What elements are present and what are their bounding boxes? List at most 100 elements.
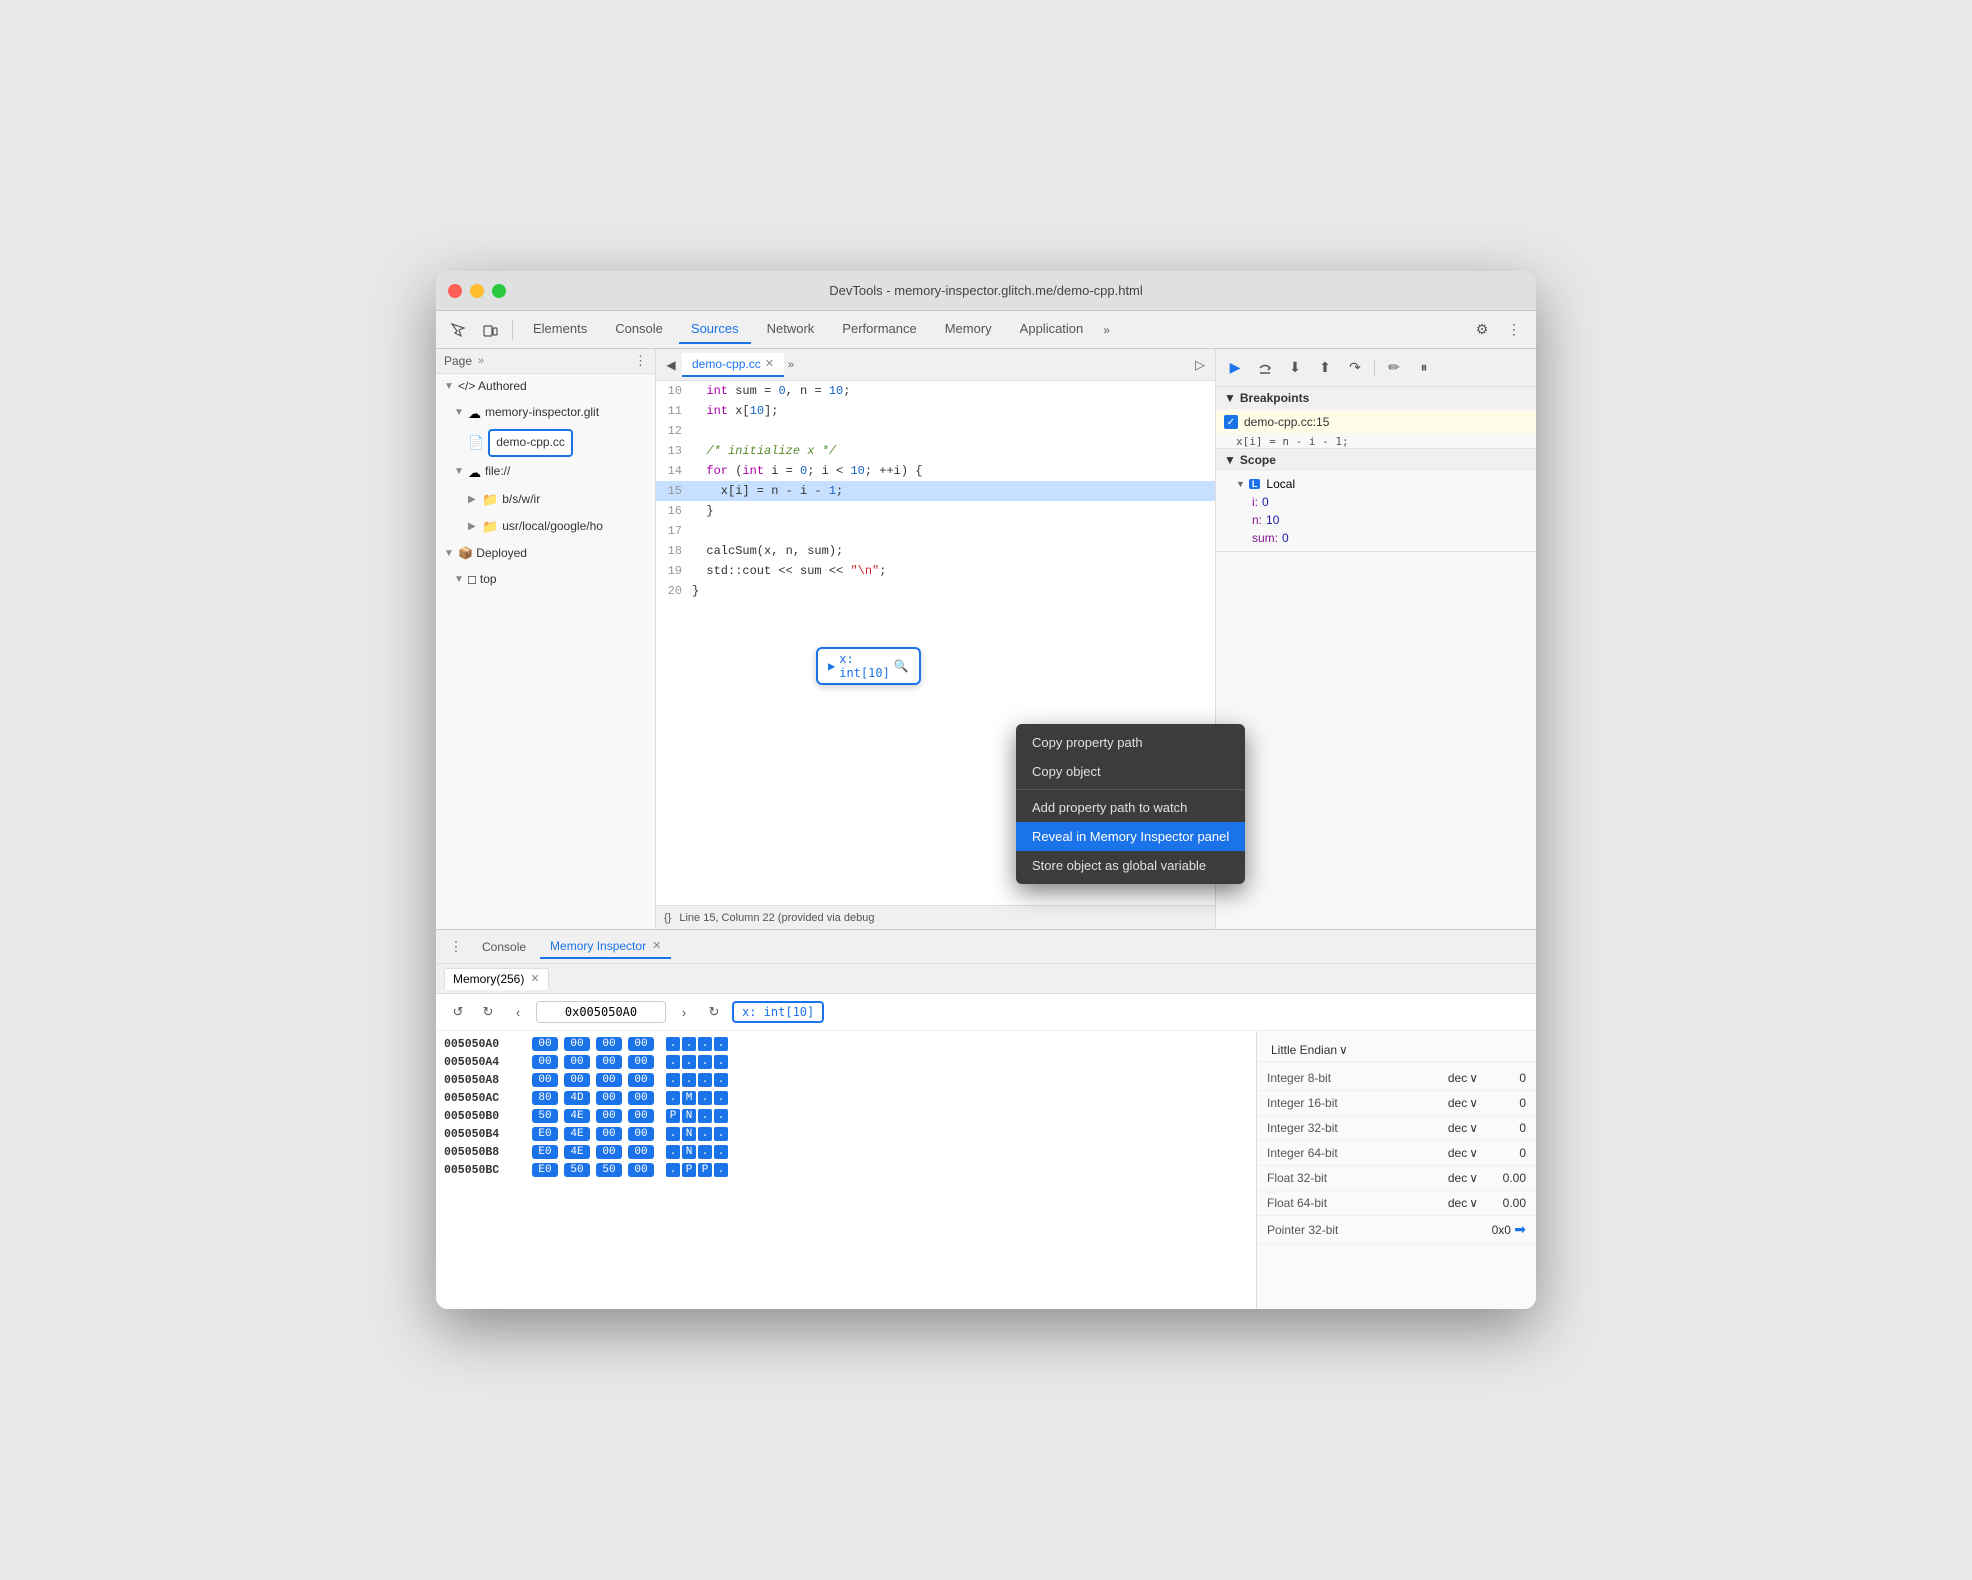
mem-addr-label: 005050AC xyxy=(444,1092,524,1105)
minimize-button[interactable] xyxy=(470,284,484,298)
info-format-float32[interactable]: dec ∨ xyxy=(1448,1171,1478,1185)
mem-byte: 00 xyxy=(628,1145,654,1159)
memory-tab-256[interactable]: Memory(256) ✕ xyxy=(444,968,549,990)
code-line-17: 17 xyxy=(656,521,1215,541)
close-button[interactable] xyxy=(448,284,462,298)
ctx-store-global-variable[interactable]: Store object as global variable xyxy=(1016,851,1245,880)
tree-usrlocal-folder[interactable]: ▶ 📁 usr/local/google/ho xyxy=(436,513,655,540)
mem-addr-label: 005050B8 xyxy=(444,1146,524,1159)
tab-application[interactable]: Application xyxy=(1008,315,1096,344)
mem-bytes: 50 4E 00 00 xyxy=(532,1109,654,1123)
tree-file-domain[interactable]: ▼ ☁ file:// xyxy=(436,459,655,486)
devtools-body: Page » ⋮ ▼ </> Authored ▼ ☁ memory-inspe… xyxy=(436,349,1536,1309)
scope-item-i: i: 0 xyxy=(1224,493,1528,511)
memory-controls: ↺ ↻ ‹ › ↻ x: int[10] xyxy=(436,994,1536,1031)
ctx-copy-property-path[interactable]: Copy property path xyxy=(1016,728,1245,757)
settings-icon[interactable]: ⚙ xyxy=(1468,316,1496,344)
info-format-int64[interactable]: dec ∨ xyxy=(1448,1146,1478,1160)
tab-elements[interactable]: Elements xyxy=(521,315,599,344)
info-format-int8[interactable]: dec ∨ xyxy=(1448,1071,1478,1085)
info-type-int32: Integer 32-bit xyxy=(1267,1121,1440,1135)
code-line-10: 10 int sum = 0, n = 10; xyxy=(656,381,1215,401)
pause-on-exceptions-btn[interactable]: ⏸ xyxy=(1411,355,1437,381)
breakpoint-checkbox[interactable]: ✓ xyxy=(1224,415,1238,429)
scope-item-n: n: 10 xyxy=(1224,511,1528,529)
mem-byte: 00 xyxy=(564,1055,590,1069)
ctx-add-property-watch[interactable]: Add property path to watch xyxy=(1016,793,1245,822)
ctx-reveal-memory-inspector[interactable]: Reveal in Memory Inspector panel xyxy=(1016,822,1245,851)
fullscreen-button[interactable] xyxy=(492,284,506,298)
tab-console[interactable]: Console xyxy=(603,315,675,344)
mem-byte: 00 xyxy=(628,1073,654,1087)
inspect-icon[interactable] xyxy=(444,316,472,344)
mem-byte: 4E xyxy=(564,1145,590,1159)
endian-selector: Little Endian ∨ xyxy=(1257,1039,1536,1062)
resume-btn[interactable]: ▶ xyxy=(1222,355,1248,381)
memory-prev-btn[interactable]: ‹ xyxy=(506,1000,530,1024)
mem-byte: 00 xyxy=(532,1037,558,1051)
mem-char: . xyxy=(698,1109,712,1123)
info-format-float64[interactable]: dec ∨ xyxy=(1448,1196,1478,1210)
mem-char: . xyxy=(714,1145,728,1159)
source-tab-demo-cpp[interactable]: demo-cpp.cc ✕ xyxy=(682,353,784,377)
mem-char: N xyxy=(682,1109,696,1123)
mem-byte: 00 xyxy=(628,1109,654,1123)
memory-next-btn[interactable]: › xyxy=(672,1000,696,1024)
info-format-int32[interactable]: dec ∨ xyxy=(1448,1121,1478,1135)
endian-dropdown[interactable]: Little Endian ∨ xyxy=(1271,1043,1348,1057)
tree-authored-section[interactable]: ▼ </> Authored xyxy=(436,374,655,400)
bottom-tab-console[interactable]: Console xyxy=(472,936,536,958)
memory-refresh-btn[interactable]: ↻ xyxy=(702,1000,726,1024)
scope-x-badge[interactable]: ▶ x: int[10] 🔍 xyxy=(816,647,921,685)
code-line-18: 18 calcSum(x, n, sum); xyxy=(656,541,1215,561)
tree-memory-inspector-domain[interactable]: ▼ ☁ memory-inspector.glit xyxy=(436,400,655,427)
info-format-int16[interactable]: dec ∨ xyxy=(1448,1096,1478,1110)
source-run-icon[interactable]: ▷ xyxy=(1189,357,1211,373)
step-out-btn[interactable]: ⬆ xyxy=(1312,355,1338,381)
step-btn[interactable]: ↷ xyxy=(1342,355,1368,381)
breakpoints-header[interactable]: ▼ Breakpoints xyxy=(1216,387,1536,409)
tab-performance[interactable]: Performance xyxy=(830,315,928,344)
scope-sum-value: 0 xyxy=(1282,531,1289,545)
more-options-icon[interactable]: ⋮ xyxy=(1500,316,1528,344)
tree-top-item[interactable]: ▼ □ top xyxy=(436,566,655,593)
bottom-more-icon[interactable]: ⋮ xyxy=(444,935,468,959)
mem-byte: 00 xyxy=(596,1055,622,1069)
deactivate-breakpoints-btn[interactable]: ✏ xyxy=(1381,355,1407,381)
device-toggle-icon[interactable] xyxy=(476,316,504,344)
tab-memory[interactable]: Memory xyxy=(933,315,1004,344)
mem-byte: 00 xyxy=(628,1055,654,1069)
tree-deployed-section[interactable]: ▼ 📦 Deployed xyxy=(436,541,655,567)
ctx-sep-1 xyxy=(1016,789,1245,790)
memory-back-btn[interactable]: ↺ xyxy=(446,1000,470,1024)
mem-char: . xyxy=(666,1091,680,1105)
source-tab-overflow[interactable]: » xyxy=(784,359,798,371)
info-type-float64: Float 64-bit xyxy=(1267,1196,1440,1210)
tab-sources[interactable]: Sources xyxy=(679,315,751,344)
memory-address-input[interactable] xyxy=(536,1001,666,1023)
step-into-btn[interactable]: ⬇ xyxy=(1282,355,1308,381)
pointer-navigate-icon[interactable]: ➡ xyxy=(1514,1221,1526,1237)
memory-forward-btn[interactable]: ↻ xyxy=(476,1000,500,1024)
info-value-float64: 0.00 xyxy=(1486,1196,1526,1210)
tab-network[interactable]: Network xyxy=(755,315,827,344)
scope-badge-arrow: ▶ xyxy=(828,659,835,673)
tree-demo-cpp-cc[interactable]: 📄 demo-cpp.cc xyxy=(436,427,655,459)
context-menu-popup: Copy property path Copy object Add prope… xyxy=(1016,724,1245,884)
ctx-copy-object[interactable]: Copy object xyxy=(1016,757,1245,786)
bottom-tab-close[interactable]: ✕ xyxy=(652,939,661,952)
scope-local-section[interactable]: ▼ L Local xyxy=(1224,475,1528,493)
memory-tab-close[interactable]: ✕ xyxy=(530,972,539,985)
tab-overflow[interactable]: » xyxy=(1099,323,1114,337)
tree-bsw-folder[interactable]: ▶ 📁 b/s/w/ir xyxy=(436,486,655,513)
sidebar-more-icon[interactable]: ⋮ xyxy=(634,353,647,369)
source-back-icon[interactable]: ◀ xyxy=(660,354,682,376)
scope-header[interactable]: ▼ Scope xyxy=(1216,449,1536,471)
scope-local-label: Local xyxy=(1266,477,1295,491)
mem-char: . xyxy=(698,1127,712,1141)
step-over-btn[interactable] xyxy=(1252,355,1278,381)
breakpoint-item-1[interactable]: ✓ demo-cpp.cc:15 xyxy=(1216,411,1536,433)
bottom-tab-memory-inspector[interactable]: Memory Inspector ✕ xyxy=(540,935,671,959)
sidebar-overflow[interactable]: » xyxy=(478,355,484,367)
source-tab-close[interactable]: ✕ xyxy=(765,357,774,370)
